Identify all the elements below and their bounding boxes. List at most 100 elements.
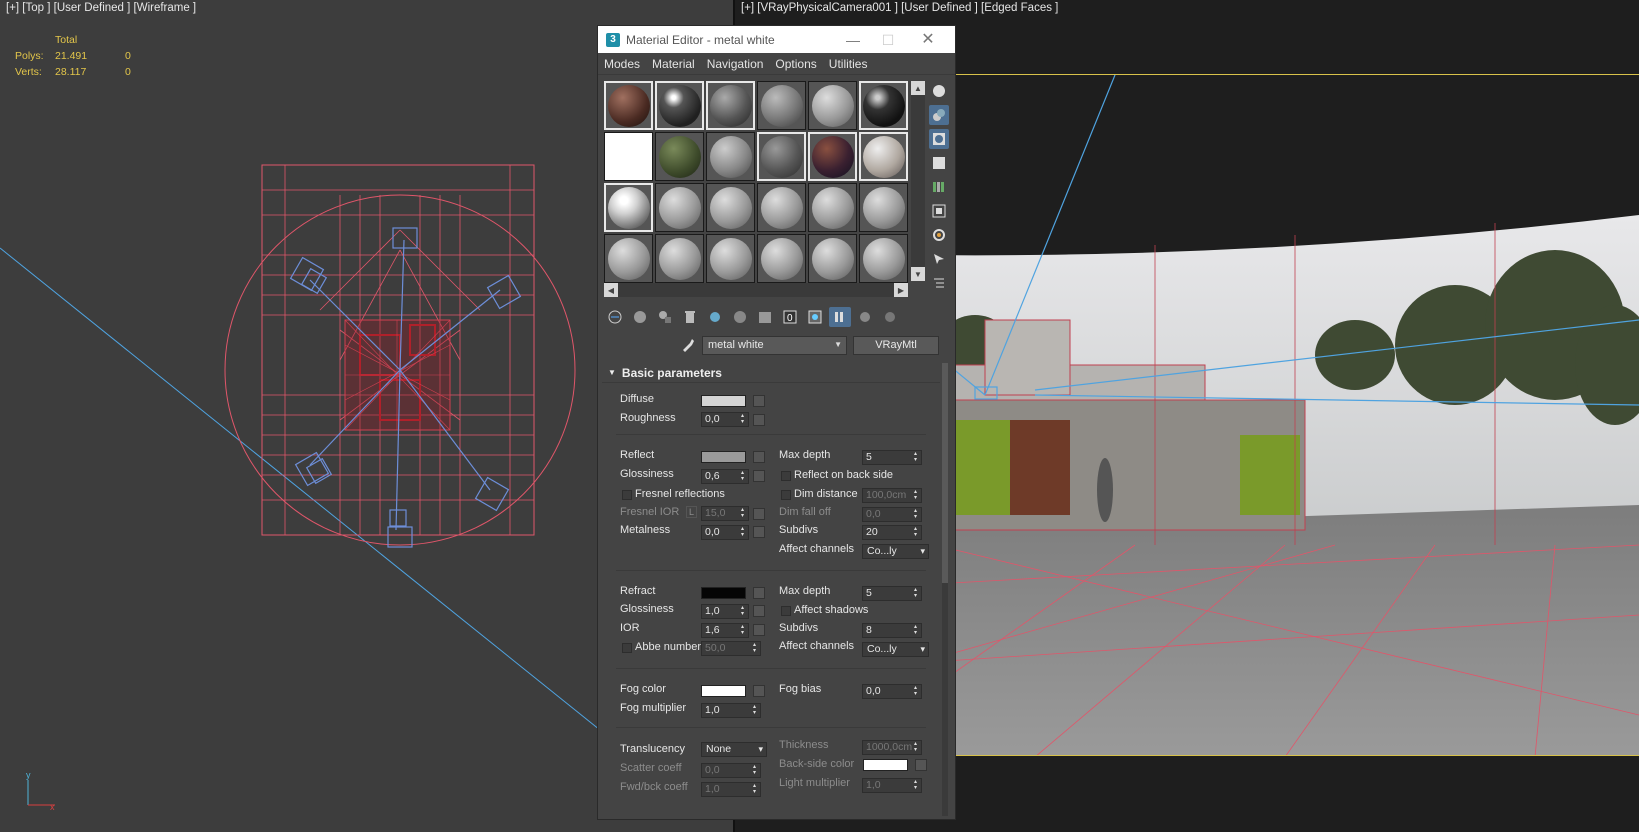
backside-color-swatch[interactable]: [863, 759, 908, 771]
maximize-button[interactable]: ☐: [874, 29, 902, 51]
sample-type-icon[interactable]: [929, 81, 949, 101]
refl-affect-channels-dropdown[interactable]: Co...ly: [862, 544, 929, 559]
reflect-back-checkbox[interactable]: [781, 471, 791, 481]
video-color-check-icon[interactable]: [929, 177, 949, 197]
refr-max-depth-spinner[interactable]: 5: [862, 586, 922, 601]
refr-glossiness-map-button[interactable]: [753, 605, 765, 617]
sample-slot[interactable]: [859, 81, 908, 130]
abbe-spinner[interactable]: 50,0: [701, 641, 761, 656]
slots-horizontal-scrollbar[interactable]: ◀ ▶: [604, 283, 908, 297]
slots-vertical-scrollbar[interactable]: ▲ ▼: [911, 81, 925, 281]
close-button[interactable]: ✕: [914, 29, 942, 51]
refr-glossiness-spinner[interactable]: 1,0: [701, 604, 749, 619]
menu-navigation[interactable]: Navigation: [707, 57, 764, 71]
go-to-parent-icon[interactable]: [854, 307, 876, 327]
get-material-icon[interactable]: [604, 307, 626, 327]
sample-slot[interactable]: [859, 234, 908, 283]
sample-slot[interactable]: [655, 183, 704, 232]
fresnel-ior-lock-button[interactable]: L: [686, 506, 698, 518]
sample-slot[interactable]: [859, 132, 908, 181]
sample-slot[interactable]: [757, 132, 806, 181]
refl-glossiness-map-button[interactable]: [753, 470, 765, 482]
refl-max-depth-spinner[interactable]: 5: [862, 450, 922, 465]
put-to-library-icon[interactable]: [729, 307, 751, 327]
material-name-field[interactable]: metal white ▼: [702, 335, 847, 355]
fog-color-map-button[interactable]: [753, 685, 765, 697]
sample-slot[interactable]: [706, 183, 755, 232]
dim-falloff-spinner[interactable]: 0,0: [862, 507, 922, 522]
sample-slot[interactable]: [808, 234, 857, 283]
make-unique-icon[interactable]: [704, 307, 726, 327]
sample-slot[interactable]: [655, 132, 704, 181]
roughness-spinner[interactable]: 0,0: [701, 412, 749, 427]
sample-slot[interactable]: [604, 234, 653, 283]
fog-color-swatch[interactable]: [701, 685, 746, 697]
put-to-scene-icon[interactable]: [629, 307, 651, 327]
dim-distance-spinner[interactable]: 100,0cm: [862, 488, 922, 503]
dim-distance-checkbox[interactable]: [781, 490, 791, 500]
sample-slot-active[interactable]: [604, 183, 653, 232]
sample-slot[interactable]: [757, 81, 806, 130]
refract-map-button[interactable]: [753, 587, 765, 599]
sample-slot[interactable]: [706, 81, 755, 130]
refract-color-swatch[interactable]: [701, 587, 746, 599]
scatter-coeff-spinner[interactable]: 0,0: [701, 763, 761, 778]
make-preview-icon[interactable]: [929, 201, 949, 221]
options-icon[interactable]: [929, 225, 949, 245]
menu-material[interactable]: Material: [652, 57, 695, 71]
sample-slot[interactable]: [757, 183, 806, 232]
fresnel-ior-spinner[interactable]: 15,0: [701, 506, 749, 521]
reflect-color-swatch[interactable]: [701, 451, 746, 463]
reset-material-icon[interactable]: [679, 307, 701, 327]
roughness-map-button[interactable]: [753, 414, 765, 426]
scroll-down-icon[interactable]: ▼: [911, 267, 925, 281]
refr-affect-channels-dropdown[interactable]: Co...ly: [862, 642, 929, 657]
material-editor-titlebar[interactable]: 3 Material Editor - metal white — ☐ ✕: [598, 26, 955, 53]
material-navigator-icon[interactable]: [929, 273, 949, 293]
minimize-button[interactable]: —: [839, 29, 867, 51]
show-end-result-icon[interactable]: [829, 307, 851, 327]
sample-slot[interactable]: [808, 183, 857, 232]
fog-multiplier-spinner[interactable]: 1,0: [701, 703, 761, 718]
backside-color-map-button[interactable]: [915, 759, 927, 771]
fresnel-checkbox[interactable]: [622, 490, 632, 500]
material-editor-window[interactable]: 3 Material Editor - metal white — ☐ ✕ Mo…: [597, 25, 956, 820]
sample-uv-tiling-icon[interactable]: [929, 153, 949, 173]
sample-slot[interactable]: [604, 81, 653, 130]
parameters-scrollbar-thumb[interactable]: [942, 363, 948, 583]
parameters-scrollbar[interactable]: [942, 363, 948, 816]
effects-channel-icon[interactable]: 0: [779, 307, 801, 327]
diffuse-map-button[interactable]: [753, 395, 765, 407]
scroll-right-icon[interactable]: ▶: [894, 283, 908, 297]
assign-to-selection-icon[interactable]: [654, 307, 676, 327]
material-id-channel-icon[interactable]: [754, 307, 776, 327]
ior-map-button[interactable]: [753, 624, 765, 636]
fwd-bck-coeff-spinner[interactable]: 1,0: [701, 782, 761, 797]
light-multiplier-spinner[interactable]: 1,0: [862, 778, 922, 793]
eyedropper-icon[interactable]: [680, 337, 696, 353]
rollout-header[interactable]: ▼ Basic parameters: [602, 363, 940, 383]
sample-slot[interactable]: [808, 132, 857, 181]
sample-slot[interactable]: [859, 183, 908, 232]
menu-modes[interactable]: Modes: [604, 57, 640, 71]
go-forward-to-sibling-icon[interactable]: [879, 307, 901, 327]
fresnel-ior-map-button[interactable]: [753, 508, 765, 520]
sample-slot[interactable]: [808, 81, 857, 130]
select-by-material-icon[interactable]: [929, 249, 949, 269]
refl-glossiness-spinner[interactable]: 0,6: [701, 469, 749, 484]
refl-subdivs-spinner[interactable]: 20: [862, 525, 922, 540]
diffuse-color-swatch[interactable]: [701, 395, 746, 407]
sample-slot[interactable]: [604, 132, 653, 181]
fog-bias-spinner[interactable]: 0,0: [862, 684, 922, 699]
background-icon[interactable]: [929, 129, 949, 149]
ior-spinner[interactable]: 1,6: [701, 623, 749, 638]
sample-slot[interactable]: [655, 234, 704, 283]
abbe-checkbox[interactable]: [622, 643, 632, 653]
sample-slot[interactable]: [757, 234, 806, 283]
menu-options[interactable]: Options: [775, 57, 816, 71]
sample-slot[interactable]: [655, 81, 704, 130]
backlight-icon[interactable]: [929, 105, 949, 125]
metalness-map-button[interactable]: [753, 526, 765, 538]
scroll-left-icon[interactable]: ◀: [604, 283, 618, 297]
reflect-map-button[interactable]: [753, 451, 765, 463]
